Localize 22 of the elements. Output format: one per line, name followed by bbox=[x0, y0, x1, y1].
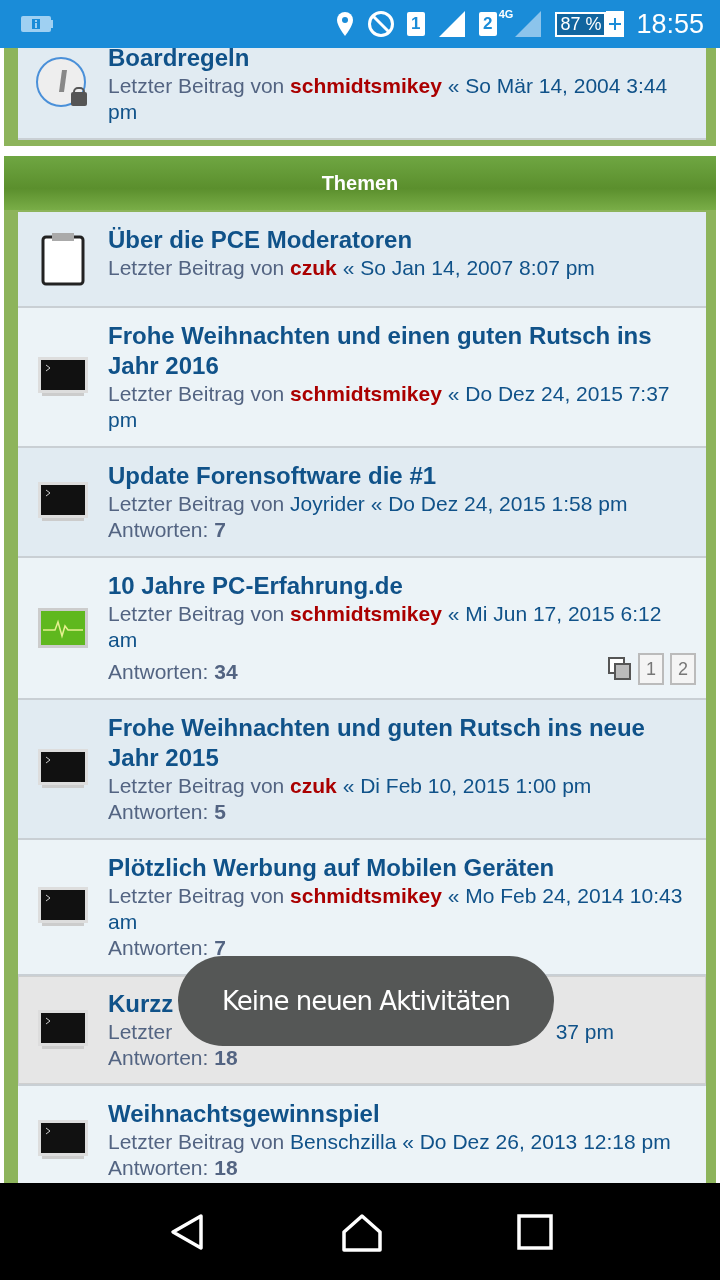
last-post-info: Letzter Beitrag von schmidtsmikey « So Mär 14, 2004 3:44 pm bbox=[108, 73, 669, 125]
last-post-info: Letzter Beitrag von Joyrider « Do Dez 24, 2015 1:58 pm bbox=[108, 491, 629, 517]
last-post-info: Letzter Beitrag von schmidtsmikey « Mo Feb 24, 2014 10:43 am bbox=[108, 883, 684, 935]
clock: 18:55 bbox=[636, 8, 704, 40]
reply-count: Antworten: 18 bbox=[108, 1155, 238, 1181]
reply-count: Antworten: 34 bbox=[108, 659, 238, 685]
sim-card-indicator: 2 bbox=[478, 12, 497, 36]
last-post-date: 37 pm bbox=[555, 1019, 614, 1045]
reply-count: Antworten: 7 bbox=[108, 517, 226, 543]
last-post-info: Letzter Beitrag von schmidtsmikey « Do Dez 24, 2015 7:37 pm bbox=[108, 381, 671, 433]
last-post-info: Letzter Beitrag von czuk « So Jan 14, 2007 8:07 pm bbox=[108, 255, 596, 281]
last-post-info: Letzter Beitrag von schmidtsmikey « Mi Jun 17, 2015 6:12 am bbox=[108, 601, 663, 653]
sim-card-indicator: 1 bbox=[406, 12, 425, 36]
last-post-info: Letzter Beitrag von Benschzilla « Do Dez 26, 2013 12:18 pm bbox=[108, 1129, 672, 1155]
reply-count: Antworten: 5 bbox=[108, 799, 226, 825]
last-post-info: Letzter Beitrag von czuk « Di Feb 10, 2015 1:00 pm bbox=[108, 773, 593, 799]
reply-count: Antworten: 18 bbox=[108, 1045, 238, 1071]
last-post-prefix: Letzter bbox=[108, 1019, 173, 1045]
battery-level: 87 % bbox=[555, 11, 607, 37]
notification-toast: Keine neuen Aktivitäten bbox=[178, 956, 554, 1046]
network-type: 4G bbox=[498, 8, 514, 20]
section-header: Themen bbox=[4, 156, 716, 210]
